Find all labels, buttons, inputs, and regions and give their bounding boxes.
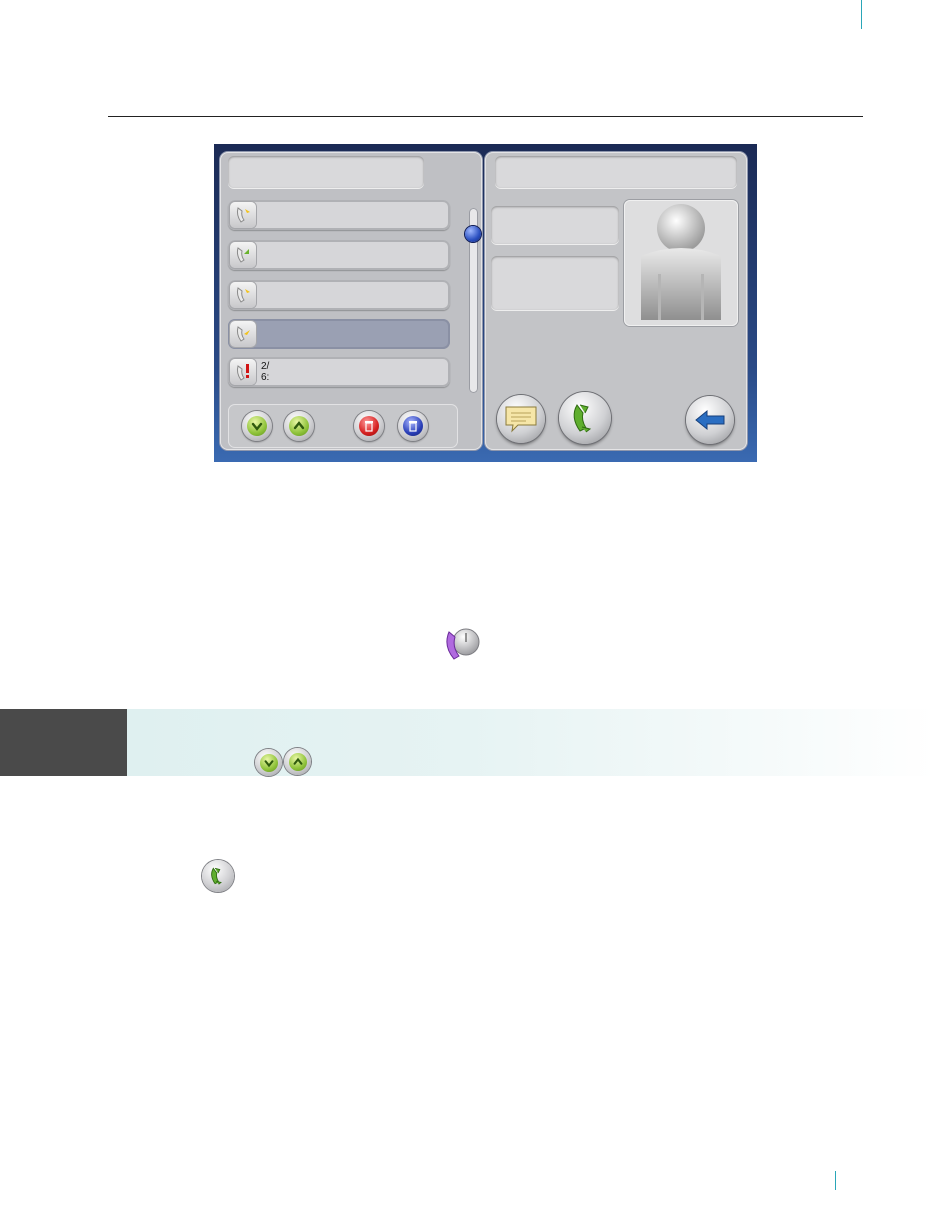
- call-log-row-selected[interactable]: [228, 319, 450, 349]
- scroll-down-button[interactable]: [242, 411, 272, 441]
- outgoing-call-icon: [230, 242, 256, 268]
- list-button-bar: [228, 404, 458, 448]
- footer-rule-tick: [835, 1171, 836, 1190]
- back-button[interactable]: [686, 396, 734, 444]
- call-log-panel: 2/ 6:: [220, 152, 482, 450]
- call-button-inline: [202, 860, 234, 892]
- contact-info-field: [491, 206, 619, 244]
- avatar: [624, 200, 738, 326]
- call-log-title-field: [228, 156, 424, 188]
- scroll-down-icon: [247, 416, 267, 436]
- delete-one-button[interactable]: [354, 411, 384, 441]
- note-tab: [0, 709, 127, 776]
- person-silhouette-icon: [641, 204, 721, 320]
- call-history-icon: [446, 628, 480, 660]
- call-button[interactable]: [559, 392, 611, 444]
- scroll-up-button-inline: [284, 748, 311, 775]
- call-log-row[interactable]: 2/ 6:: [228, 357, 450, 387]
- note-band: [0, 709, 936, 776]
- scroll-down-button-inline: [255, 749, 282, 776]
- call-log-row[interactable]: [228, 200, 450, 230]
- delete-all-icon: [403, 416, 423, 436]
- contact-name-field: [495, 156, 737, 188]
- top-rule-tick: [861, 0, 862, 29]
- outgoing-call-icon: [230, 321, 256, 347]
- scroll-thumb[interactable]: [465, 226, 481, 243]
- row-text: 2/ 6:: [261, 361, 270, 383]
- message-icon: [505, 406, 537, 433]
- scroll-up-button[interactable]: [284, 411, 314, 441]
- delete-all-button[interactable]: [398, 411, 428, 441]
- call-icon: [573, 404, 592, 433]
- delete-one-icon: [359, 416, 379, 436]
- contact-detail-panel: [485, 152, 747, 450]
- back-arrow-icon: [695, 409, 725, 431]
- incoming-call-icon: [230, 282, 256, 308]
- device-screenshot: 2/ 6:: [214, 144, 757, 462]
- scroll-up-icon: [288, 752, 307, 771]
- call-log-row[interactable]: [228, 280, 450, 310]
- scroll-down-icon: [259, 753, 278, 772]
- header-rule: [108, 116, 863, 117]
- missed-call-icon: [230, 359, 256, 385]
- call-log-row[interactable]: [228, 240, 450, 270]
- call-icon: [211, 867, 222, 885]
- contact-info-field: [491, 256, 619, 310]
- incoming-call-icon: [230, 202, 256, 228]
- message-button[interactable]: [497, 395, 545, 443]
- scroll-up-icon: [289, 416, 309, 436]
- scrollbar[interactable]: [465, 208, 481, 393]
